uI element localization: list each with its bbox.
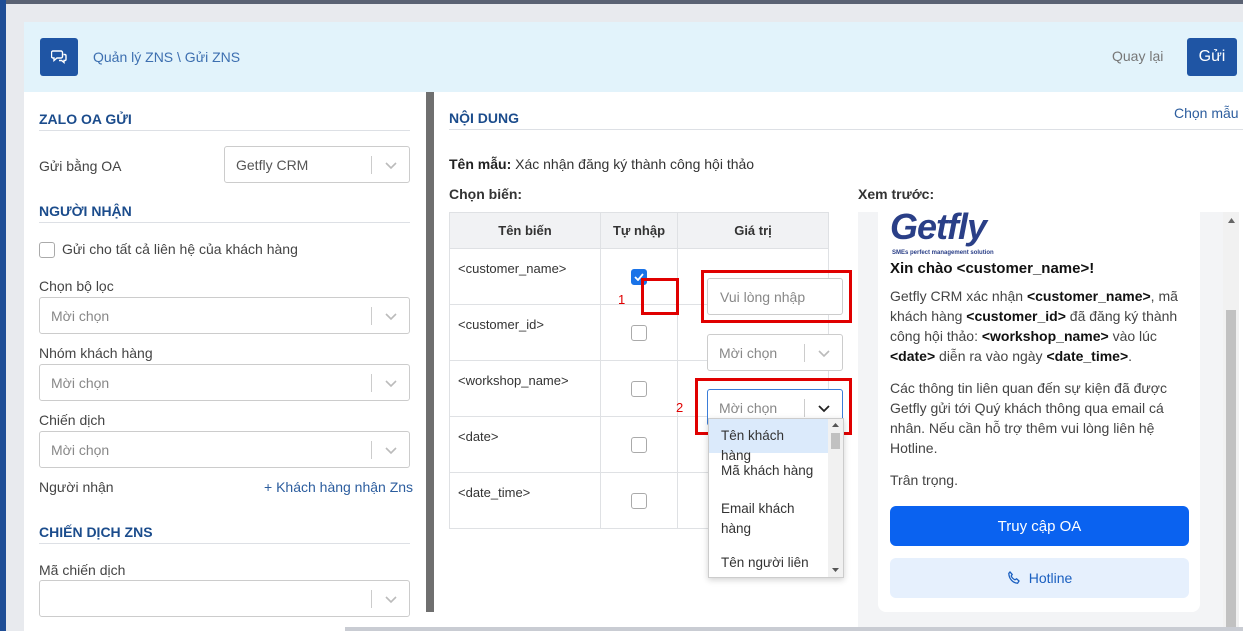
template-value: Xác nhận đăng ký thành công hội thảo — [515, 156, 755, 172]
add-recipient-link[interactable]: + Khách hàng nhận Zns — [264, 479, 413, 495]
filter-select[interactable]: Mời chọn — [39, 297, 410, 334]
filter-label: Chọn bộ lọc — [39, 278, 114, 294]
manual-checkbox[interactable] — [631, 324, 647, 341]
divider — [804, 344, 805, 362]
preview-paragraph-2: Các thông tin liên quan đến sự kiện đã đ… — [890, 380, 1167, 456]
divider — [371, 441, 372, 459]
chevron-down-icon — [385, 313, 397, 321]
dropdown-option[interactable]: Tên khách hàng — [709, 419, 829, 463]
oa-select-value: Getfly CRM — [236, 157, 309, 173]
manual-cell — [600, 472, 678, 529]
group-placeholder: Mời chọn — [51, 375, 110, 391]
select-placeholder: Mời chọn — [719, 345, 778, 361]
preview-paragraph-1: Getfly CRM xác nhận <customer_name>, mã … — [890, 288, 1178, 364]
scroll-down-arrow-icon[interactable] — [831, 566, 840, 574]
preview-paragraph-3: Trân trọng. — [890, 472, 958, 488]
scroll-up-arrow-icon[interactable] — [1227, 217, 1236, 224]
scroll-up-arrow-icon[interactable] — [831, 421, 840, 429]
campaign-code-label: Mã chiến dịch — [39, 562, 126, 578]
chevron-down-icon — [818, 350, 830, 358]
preview-card: Getfly SMEs perfect management solution X… — [878, 212, 1200, 612]
dropdown-option[interactable]: Mã khách hàng — [709, 454, 829, 488]
left-panel: ZALO OA GỬI Gửi bằng OA Getfly CRM NGƯỜI… — [24, 92, 427, 631]
campaign-placeholder: Mời chọn — [51, 442, 110, 458]
divider — [371, 307, 372, 325]
template-name: Tên mẫu: Xác nhận đăng ký thành công hội… — [449, 156, 754, 172]
annotation-box-input — [701, 270, 852, 323]
choose-template-link[interactable]: Chọn mẫu — [1174, 105, 1239, 121]
column-header-value: Giá trị — [677, 212, 829, 249]
workshop-dropdown-menu: Tên khách hàng Mã khách hàng Email khách… — [708, 418, 844, 578]
section-title-recipient: NGƯỜI NHẬN — [39, 203, 132, 219]
bottom-edge-strip — [345, 627, 1243, 631]
annotation-number-2: 2 — [676, 400, 684, 415]
manual-cell — [600, 416, 678, 473]
phone-icon — [1007, 571, 1020, 584]
send-all-label: Gửi cho tất cả liên hệ của khách hàng — [62, 241, 298, 257]
send-all-checkbox[interactable] — [39, 242, 55, 258]
chevron-down-icon — [385, 596, 397, 604]
chevron-down-icon — [385, 447, 397, 455]
group-select[interactable]: Mời chọn — [39, 364, 410, 401]
chat-menu-button[interactable] — [40, 38, 78, 76]
divider — [39, 222, 410, 223]
variable-name: <workshop_name> — [449, 360, 601, 417]
section-title-zns: CHIẾN DỊCH ZNS — [39, 524, 153, 540]
hotline-label: Hotline — [1028, 570, 1073, 586]
variable-name: <customer_name> — [449, 248, 601, 305]
dropdown-option[interactable]: Tên người liên hệ — [709, 545, 829, 577]
preview-scroll-thumb[interactable] — [1226, 310, 1236, 631]
back-link[interactable]: Quay lại — [1112, 48, 1163, 64]
divider — [371, 156, 372, 174]
annotation-number-1: 1 — [618, 292, 626, 307]
app-window: Quản lý ZNS \ Gửi ZNS Quay lại Gửi ZALO … — [24, 22, 1243, 631]
customer-id-select[interactable]: Mời chọn — [707, 334, 843, 371]
variable-name: <date_time> — [449, 472, 601, 529]
message-preview: Getfly SMEs perfect management solution X… — [858, 212, 1239, 631]
choose-vars-label: Chọn biến: — [449, 186, 523, 202]
recipient-label: Người nhận — [39, 479, 114, 495]
manual-checkbox[interactable] — [631, 492, 647, 509]
content-panel: NỘI DUNG Chọn mẫu Tên mẫu: Xác nhận đăng… — [434, 92, 1243, 631]
divider — [371, 590, 372, 608]
left-edge-bar — [0, 0, 6, 631]
breadcrumb[interactable]: Quản lý ZNS \ Gửi ZNS — [93, 49, 240, 65]
manual-checkbox[interactable] — [631, 380, 647, 397]
chevron-down-icon — [385, 380, 397, 388]
left-panel-scrollbar[interactable] — [426, 92, 434, 612]
manual-checkbox[interactable] — [631, 436, 647, 453]
preview-label: Xem trước: — [858, 186, 935, 202]
annotation-box-checkbox — [641, 278, 679, 315]
campaign-select[interactable]: Mời chọn — [39, 431, 410, 468]
divider — [39, 130, 410, 131]
chat-bubbles-icon — [51, 50, 67, 64]
top-edge-strip — [6, 0, 1243, 4]
section-title-oa: ZALO OA GỬI — [39, 111, 132, 127]
page-header: Quản lý ZNS \ Gửi ZNS Quay lại Gửi — [24, 22, 1243, 92]
dropdown-option[interactable]: Email khách hàng — [709, 489, 829, 545]
send-by-oa-label: Gửi bằng OA — [39, 158, 122, 174]
hotline-button[interactable]: Hotline — [890, 558, 1189, 598]
dropdown-scroll-thumb[interactable] — [831, 433, 840, 449]
oa-select[interactable]: Getfly CRM — [224, 146, 410, 183]
filter-placeholder: Mời chọn — [51, 308, 110, 324]
manual-cell — [600, 360, 678, 417]
send-button[interactable]: Gửi — [1187, 38, 1237, 76]
divider — [371, 374, 372, 392]
visit-oa-button[interactable]: Truy cập OA — [890, 506, 1189, 546]
chevron-down-icon — [385, 162, 397, 170]
template-label: Tên mẫu: — [449, 156, 512, 172]
preview-greeting: Xin chào <customer_name>! — [890, 260, 1095, 277]
campaign-label: Chiến dịch — [39, 412, 106, 428]
group-label: Nhóm khách hàng — [39, 345, 153, 361]
campaign-code-select[interactable] — [39, 580, 410, 617]
divider — [449, 129, 1243, 130]
column-header-manual: Tự nhập — [600, 212, 678, 249]
column-header-name: Tên biến — [449, 212, 601, 249]
variable-name: <customer_id> — [449, 304, 601, 361]
variable-name: <date> — [449, 416, 601, 473]
getfly-logo: Getfly SMEs perfect management solution — [890, 212, 994, 256]
content-title: NỘI DUNG — [449, 110, 519, 126]
divider — [39, 543, 410, 544]
